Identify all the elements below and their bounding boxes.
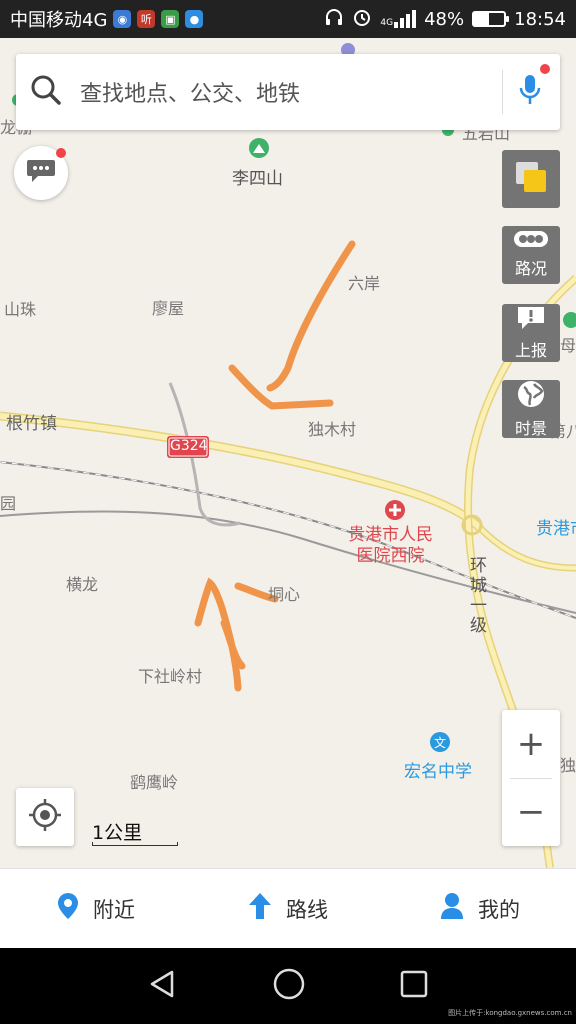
status-bar: 中国移动4G ◉ 听 ▣ ● 4G 48% 18:54 — [0, 0, 576, 38]
signal-icon: 4G — [380, 10, 417, 28]
poi-hospital[interactable]: 贵港市人民 医院西院 — [348, 525, 433, 567]
zoom-control: + − — [502, 710, 560, 846]
route-arrow-icon — [248, 892, 272, 925]
map-view[interactable]: 文 G324 李四山 六岸 山珠 廖屋 根竹镇 独木村 贵港市人民 医院西院 贵… — [0, 38, 576, 868]
alarm-icon — [352, 7, 372, 32]
nav-nearby[interactable]: 附近 — [0, 869, 192, 948]
nav-mine[interactable]: 我的 — [384, 869, 576, 948]
battery-fill — [474, 13, 489, 25]
microphone-icon — [518, 73, 542, 111]
search-bar[interactable]: 查找地点、公交、地铁 — [16, 54, 560, 130]
poi-lisishan[interactable]: 李四山 — [232, 164, 283, 189]
chat-app-icon: ● — [185, 10, 204, 28]
place-liuan: 六岸 — [348, 274, 381, 293]
clock: 18:54 — [514, 8, 566, 30]
headphone-icon — [324, 7, 344, 32]
nav-route[interactable]: 路线 — [192, 869, 384, 948]
search-input[interactable]: 查找地点、公交、地铁 — [80, 76, 502, 108]
battery-percent: 48% — [424, 8, 465, 30]
svg-text:文: 文 — [434, 735, 446, 750]
place-yingying: 鹞鹰岭 — [130, 773, 179, 792]
place-shanzhu: 山珠 — [4, 300, 37, 319]
message-notification-dot — [56, 148, 66, 158]
chat-bubble-icon — [26, 158, 56, 188]
traffic-icon — [514, 231, 548, 251]
bottom-nav: 附近 路线 我的 — [0, 868, 576, 948]
zoom-in-button[interactable]: + — [502, 710, 560, 778]
report-button[interactable]: 上报 — [502, 304, 560, 362]
layers-button[interactable] — [502, 150, 560, 208]
report-label: 上报 — [514, 341, 547, 360]
watermark-text: 图片上传于:kongdao.gxnews.com.cn — [448, 1009, 572, 1017]
place-tongxin: 垌心 — [268, 585, 301, 604]
realtime-view-button[interactable]: 时景 — [502, 380, 560, 438]
place-henglong: 横龙 — [66, 575, 99, 594]
place-genzhuzhen: 根竹镇 — [6, 414, 57, 434]
network-type-label: 4G — [380, 18, 394, 28]
green-app-icon: ▣ — [161, 10, 180, 28]
nav-nearby-label: 附近 — [93, 897, 135, 922]
place-liaowu: 廖屋 — [152, 299, 185, 318]
listen-app-icon: 听 — [137, 10, 156, 28]
place-xiasheling: 下社岭村 — [138, 667, 203, 686]
place-dumucun: 独木村 — [308, 420, 357, 439]
scale-label: 1公里 — [92, 822, 143, 844]
place-du-right: 独 — [560, 756, 576, 775]
place-guigang: 贵港市 — [536, 519, 576, 539]
back-icon[interactable] — [148, 969, 178, 1003]
map-roads: 文 — [0, 43, 576, 868]
annotation-arrow-1 — [266, 240, 356, 392]
system-nav-bar: 图片上传于:kongdao.gxnews.com.cn — [0, 948, 576, 1024]
locate-button[interactable] — [16, 788, 74, 846]
user-icon — [440, 892, 464, 925]
scale-bar — [92, 842, 178, 846]
carrier-label: 中国移动4G — [10, 10, 108, 31]
search-icon[interactable] — [30, 74, 62, 110]
layers-icon — [514, 160, 548, 198]
zoom-out-button[interactable]: − — [502, 779, 560, 847]
voice-search-button[interactable] — [502, 64, 550, 114]
poi-hongming-school[interactable]: 宏名中学 — [404, 757, 472, 782]
nav-mine-label: 我的 — [478, 897, 520, 922]
globe-icon — [516, 379, 546, 413]
realtime-label: 时景 — [514, 419, 547, 438]
crosshair-icon — [28, 798, 62, 836]
traffic-button[interactable]: 路况 — [502, 226, 560, 284]
battery-icon — [472, 11, 510, 27]
traffic-label: 路况 — [514, 259, 547, 278]
message-button[interactable] — [14, 146, 68, 200]
notification-dot — [540, 64, 550, 74]
road-shield-label: G324 — [170, 438, 208, 454]
location-pin-icon — [57, 892, 79, 925]
recent-apps-icon[interactable] — [400, 970, 428, 1002]
home-icon[interactable] — [273, 968, 305, 1004]
nav-route-label: 路线 — [286, 897, 328, 922]
location-app-icon: ◉ — [113, 10, 132, 28]
road-huancheng: 环 城 一 级 — [470, 556, 487, 636]
place-yuan: 园 — [0, 494, 17, 513]
report-icon — [516, 305, 546, 335]
